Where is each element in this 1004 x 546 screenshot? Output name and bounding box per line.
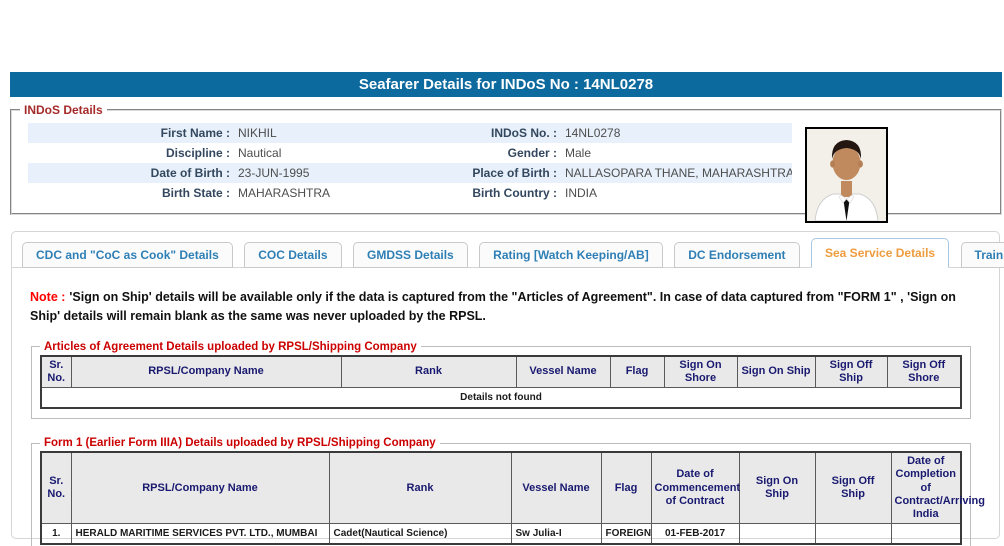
cell-sign-off-ship xyxy=(814,523,892,545)
col-sr-no: Sr. No. xyxy=(40,355,72,389)
note: Note : 'Sign on Ship' details will be ava… xyxy=(30,288,981,327)
cell-company: HERALD MARITIME SERVICES PVT. LTD., MUMB… xyxy=(70,523,330,545)
empty-message: Details not found xyxy=(40,387,962,409)
table-header-row: Sr. No. RPSL/Company Name Rank Vessel Na… xyxy=(40,451,985,525)
indos-details-legend: INDoS Details xyxy=(24,103,103,117)
tab-cdc-and-coc-as-cook-details[interactable]: CDC and "CoC as Cook" Details xyxy=(22,242,233,268)
discipline-label: Discipline : xyxy=(165,146,230,160)
col-sign-off-ship: Sign Off Ship xyxy=(814,355,888,389)
col-completion: Date of Completion of Contract/Arriving … xyxy=(890,451,985,525)
col-sign-off-shore: Sign Off Shore xyxy=(886,355,962,389)
col-rank: Rank xyxy=(328,451,512,525)
articles-table: Sr. No. RPSL/Company Name Rank Vessel Na… xyxy=(40,354,962,410)
gender-label: Gender : xyxy=(507,146,557,160)
col-rank: Rank xyxy=(340,355,517,389)
articles-legend: Articles of Agreement Details uploaded b… xyxy=(44,340,417,353)
col-vessel: Vessel Name xyxy=(510,451,602,525)
seafarer-photo xyxy=(805,127,888,223)
first-name-value: NIKHIL xyxy=(238,126,277,140)
indos-no-label: INDoS No. : xyxy=(491,126,557,140)
cell-sr-no: 1. xyxy=(40,523,72,545)
gender-value: Male xyxy=(565,146,592,160)
page-title: Seafarer Details for INDoS No : 14NL0278 xyxy=(10,72,1002,97)
form1-legend: Form 1 (Earlier Form IIIA) Details uploa… xyxy=(44,437,436,450)
col-company: RPSL/Company Name xyxy=(70,451,330,525)
detail-row: Discipline : Nautical Gender : Male xyxy=(28,143,792,163)
col-vessel: Vessel Name xyxy=(515,355,611,389)
note-prefix: Note : xyxy=(30,290,66,304)
tab-sea-service-details[interactable]: Sea Service Details xyxy=(811,238,950,268)
detail-row: Birth State : MAHARASHTRA Birth Country … xyxy=(28,183,792,203)
col-sign-on-ship: Sign On Ship xyxy=(738,451,816,525)
first-name-label: First Name : xyxy=(160,126,230,140)
cell-commencement: 01-FEB-2017 xyxy=(650,523,740,545)
tab-strip: CDC and "CoC as Cook" Details COC Detail… xyxy=(12,232,1004,268)
indos-details-section: INDoS Details First Name : NIKHIL INDoS … xyxy=(10,103,1002,223)
form1-table: Sr. No. RPSL/Company Name Rank Vessel Na… xyxy=(40,451,985,546)
table-header-row: Sr. No. RPSL/Company Name Rank Vessel Na… xyxy=(40,355,962,389)
form1-section: Form 1 (Earlier Form IIIA) Details uploa… xyxy=(31,437,985,546)
cell-flag: FOREIGN xyxy=(600,523,652,545)
empty-row: Details not found xyxy=(40,387,962,409)
note-text: 'Sign on Ship' details will be available… xyxy=(30,290,956,324)
col-sr-no: Sr. No. xyxy=(40,451,72,525)
date-of-birth-value: 23-JUN-1995 xyxy=(238,166,310,180)
birth-state-value: MAHARASHTRA xyxy=(238,186,331,200)
table-row: 1. HERALD MARITIME SERVICES PVT. LTD., M… xyxy=(40,523,962,545)
detail-row: Date of Birth : 23-JUN-1995 Place of Bir… xyxy=(28,163,792,183)
discipline-value: Nautical xyxy=(238,146,282,160)
cell-sign-on-ship xyxy=(738,523,816,545)
birth-country-label: Birth Country : xyxy=(472,186,557,200)
tab-coc-details[interactable]: COC Details xyxy=(244,242,342,268)
place-of-birth-label: Place of Birth : xyxy=(472,166,557,180)
col-company: RPSL/Company Name xyxy=(70,355,342,389)
place-of-birth-value: NALLASOPARA THANE, MAHARASHTRA xyxy=(565,166,792,180)
tab-panel: CDC and "CoC as Cook" Details COC Detail… xyxy=(11,231,1004,546)
cell-vessel: Sw Julia-I xyxy=(510,523,602,545)
detail-row: First Name : NIKHIL INDoS No. : 14NL0278 xyxy=(28,123,792,143)
cell-rank: Cadet(Nautical Science) xyxy=(328,523,512,545)
cell-completion xyxy=(890,523,962,545)
col-sign-off-ship: Sign Off Ship xyxy=(814,451,892,525)
birth-state-label: Birth State : xyxy=(161,186,230,200)
birth-country-value: INDIA xyxy=(565,186,598,200)
col-flag: Flag xyxy=(609,355,665,389)
tab-training-details[interactable]: Training Details xyxy=(960,242,1004,268)
date-of-birth-label: Date of Birth : xyxy=(150,166,230,180)
col-sign-on-shore: Sign On Shore xyxy=(663,355,738,389)
tab-gmdss-details[interactable]: GMDSS Details xyxy=(353,242,468,268)
indos-no-value: 14NL0278 xyxy=(565,126,621,140)
tab-rating-watch-keeping-ab[interactable]: Rating [Watch Keeping/AB] xyxy=(479,242,663,268)
page: Seafarer Details for INDoS No : 14NL0278… xyxy=(0,72,1004,546)
col-flag: Flag xyxy=(600,451,652,525)
articles-of-agreement-section: Articles of Agreement Details uploaded b… xyxy=(31,340,971,420)
tab-dc-endorsement[interactable]: DC Endorsement xyxy=(674,242,800,268)
col-sign-on-ship: Sign On Ship xyxy=(736,355,816,389)
indos-details-grid: First Name : NIKHIL INDoS No. : 14NL0278… xyxy=(12,117,792,203)
col-commencement: Date of Commencement of Contract xyxy=(650,451,740,525)
